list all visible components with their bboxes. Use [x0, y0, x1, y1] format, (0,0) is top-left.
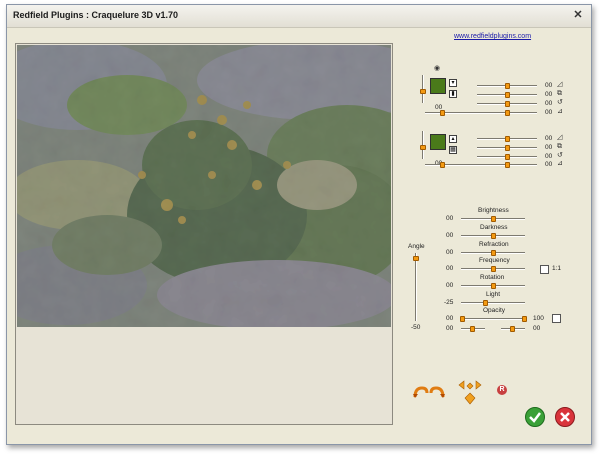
layer1-thumb-2[interactable]: [505, 92, 510, 98]
controls-panel: ◉ ▾ ▮ 00 00 ◿ 00 ⧉ 00 ↺ 00 ⊿ ▴ ▦ 00 ◿ 00…: [397, 65, 587, 445]
layer2-thumb-4[interactable]: [505, 162, 510, 168]
frequency-label: Frequency: [479, 257, 510, 264]
ok-button[interactable]: [525, 407, 545, 427]
layer1-mode-button-b[interactable]: ▮: [449, 90, 457, 98]
direction-pad-icon[interactable]: [453, 379, 487, 410]
resize-icon: ⧉: [557, 90, 562, 97]
title-bar: Redfield Plugins : Craquelure 3D v1.70 ✕: [7, 5, 591, 28]
preview-image[interactable]: [17, 45, 391, 327]
layer2-mode-button-a[interactable]: ▴: [449, 135, 457, 143]
light-thumb[interactable]: [483, 300, 488, 306]
layer1-slider-4[interactable]: [457, 112, 537, 114]
opacity-left-value: 00: [446, 315, 454, 322]
bottom-left-thumb[interactable]: [470, 326, 475, 332]
layer2-value-3: 00: [545, 153, 553, 160]
refraction-thumb[interactable]: [491, 250, 496, 256]
scale-icon: ⊿: [557, 108, 563, 115]
layer2-thumb-1[interactable]: [505, 136, 510, 142]
brightness-label: Brightness: [478, 207, 509, 214]
opacity-right-thumb[interactable]: [522, 316, 527, 322]
frequency-lock-checkbox[interactable]: [540, 265, 549, 274]
layer1-thumb-4[interactable]: [505, 110, 510, 116]
angle-slider[interactable]: [415, 253, 417, 321]
opacity-slider[interactable]: [461, 318, 525, 320]
rotation-label: Rotation: [480, 274, 505, 281]
angle-thumb[interactable]: [413, 256, 419, 261]
layer1-value-2: 00: [545, 91, 553, 98]
layer2-texture-swatch[interactable]: [430, 134, 446, 150]
checkmark-icon: [529, 412, 541, 423]
undo-arrow-icon[interactable]: [413, 385, 429, 403]
layer2-value-1: 00: [545, 135, 553, 142]
opacity-left-thumb[interactable]: [460, 316, 465, 322]
eye-icon[interactable]: ◉: [434, 65, 440, 73]
close-icon: [560, 412, 570, 422]
shape-icon: ◿: [557, 81, 563, 88]
resize-icon: ⧉: [557, 143, 562, 150]
angle-value: -50: [411, 324, 421, 331]
brightness-thumb[interactable]: [491, 216, 496, 222]
bottom-right-value: 00: [533, 325, 541, 332]
darkness-label: Darkness: [480, 224, 508, 231]
layer2-slider-4[interactable]: [457, 164, 537, 166]
layer2-thumb-2[interactable]: [505, 145, 510, 151]
layer1-thumb-1[interactable]: [505, 83, 510, 89]
darkness-value: 00: [446, 232, 454, 239]
scale-icon: ⊿: [557, 160, 563, 167]
bottom-left-value: 00: [446, 325, 454, 332]
layer2-value-2: 00: [545, 144, 553, 151]
opacity-label: Opacity: [483, 307, 506, 314]
layer2-vertical-thumb[interactable]: [420, 145, 426, 150]
layer1-mode-button-a[interactable]: ▾: [449, 79, 457, 87]
frequency-lock-label: 1:1: [552, 265, 562, 272]
layer1-value-3: 00: [545, 100, 553, 107]
window-close-icon[interactable]: ✕: [571, 9, 585, 22]
frequency-thumb[interactable]: [491, 266, 496, 272]
layer2-thumb-4b[interactable]: [440, 162, 445, 168]
layer1-value-1: 00: [545, 82, 553, 89]
frequency-value: 00: [446, 265, 454, 272]
rotate-icon: ↺: [557, 152, 563, 159]
brightness-value: 00: [446, 215, 454, 222]
rotate-icon: ↺: [557, 99, 563, 106]
preview-panel: [15, 43, 393, 425]
layer2-thumb-3[interactable]: [505, 154, 510, 160]
plugin-window: Redfield Plugins : Craquelure 3D v1.70 ✕…: [6, 4, 592, 445]
rotation-value: 00: [446, 282, 454, 289]
layer1-vertical-thumb[interactable]: [420, 89, 426, 94]
layer1-texture-swatch[interactable]: [430, 78, 446, 94]
refraction-label: Refraction: [479, 241, 509, 248]
website-link[interactable]: www.redfieldplugins.com: [454, 33, 531, 40]
darkness-thumb[interactable]: [491, 233, 496, 239]
layer1-thumb-4b[interactable]: [440, 110, 445, 116]
opacity-checkbox[interactable]: [552, 314, 561, 323]
layer2-mode-button-b[interactable]: ▦: [449, 146, 457, 154]
cancel-button[interactable]: [555, 407, 575, 427]
light-value: -25: [444, 299, 454, 306]
light-label: Light: [486, 291, 501, 298]
layer1-value-4: 00: [545, 109, 553, 116]
angle-label: Angle: [408, 243, 425, 250]
rotation-thumb[interactable]: [491, 283, 496, 289]
window-title: Redfield Plugins : Craquelure 3D v1.70: [13, 10, 179, 20]
redo-arrow-icon[interactable]: [429, 385, 445, 403]
layer2-value-4: 00: [545, 161, 553, 168]
bottom-right-thumb[interactable]: [510, 326, 515, 332]
refraction-value: 00: [446, 249, 454, 256]
layer1-thumb-3[interactable]: [505, 101, 510, 107]
light-slider[interactable]: [461, 302, 525, 304]
shape-icon: ◿: [557, 134, 563, 141]
reset-icon[interactable]: R: [497, 385, 507, 395]
opacity-right-value: 100: [533, 315, 544, 322]
